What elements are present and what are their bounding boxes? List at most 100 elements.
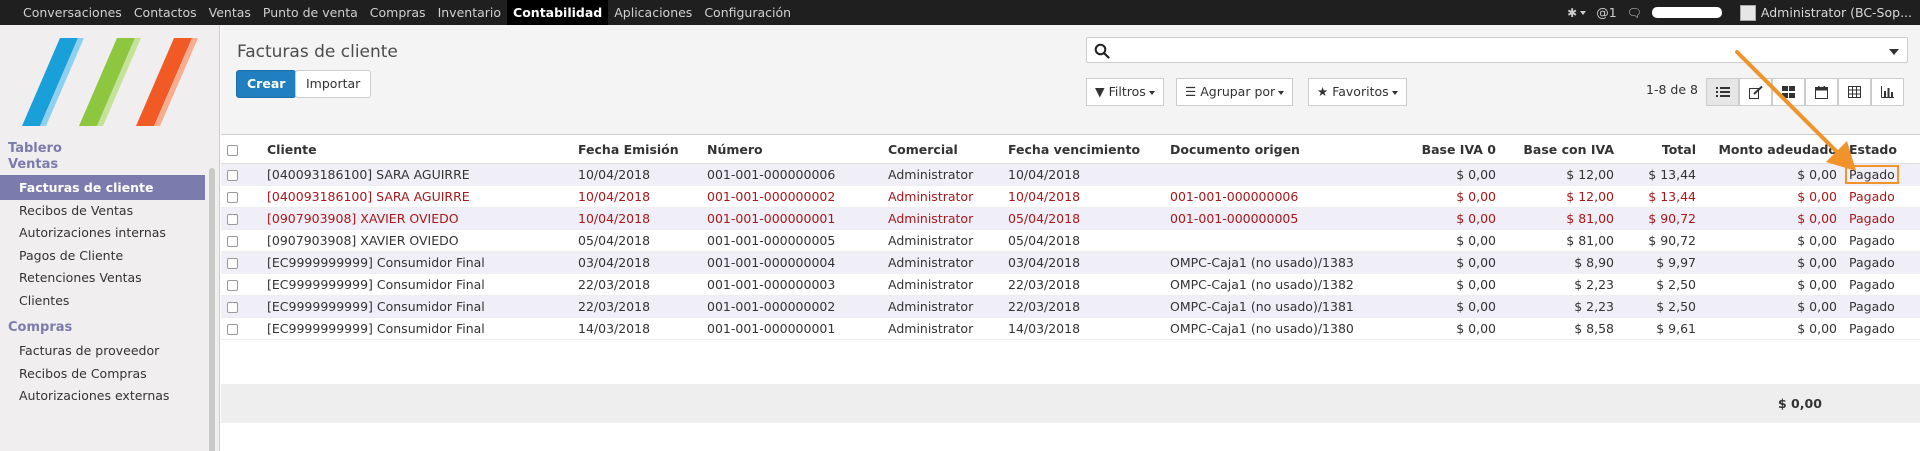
table-cell: $ 0,00 xyxy=(1702,229,1843,252)
table-cell: $ 9,97 xyxy=(1620,251,1702,274)
top-menu-item[interactable]: Punto de venta xyxy=(257,0,364,25)
column-header[interactable]: Estado xyxy=(1843,136,1920,164)
search-input[interactable] xyxy=(1117,41,1857,59)
row-checkbox[interactable] xyxy=(221,207,261,230)
column-header[interactable]: Fecha vencimiento xyxy=(1002,136,1164,164)
table-cell: Administrator xyxy=(882,251,1002,274)
column-header[interactable]: Cliente xyxy=(261,136,572,164)
table-row[interactable]: [0907903908] XAVIER OVIEDO 05/04/2018 001-… xyxy=(221,229,1920,252)
table-cell: $ 0,00 xyxy=(1702,295,1843,318)
table-cell: 05/04/2018 xyxy=(572,229,701,252)
row-checkbox[interactable] xyxy=(221,185,261,208)
create-button[interactable]: Crear xyxy=(236,70,297,98)
kanban-view-button[interactable] xyxy=(1772,78,1805,106)
table-row[interactable]: [EC9999999999] Consumidor Final 22/03/201… xyxy=(221,295,1920,318)
table-cell: $ 0,00 xyxy=(1702,163,1843,186)
form-view-button[interactable] xyxy=(1739,78,1772,106)
group-by-button[interactable]: ☰ Agrupar por xyxy=(1176,78,1294,106)
table-cell: $ 0,00 xyxy=(1702,185,1843,208)
import-button[interactable]: Importar xyxy=(295,70,372,98)
table-row[interactable]: [040093186100] SARA AGUIRRE 10/04/2018 001… xyxy=(221,163,1920,186)
table-row[interactable]: [0907903908] XAVIER OVIEDO 10/04/2018 001-… xyxy=(221,207,1920,230)
table-cell: 10/04/2018 xyxy=(572,185,701,208)
column-header[interactable]: Base IVA 0 xyxy=(1404,136,1502,164)
table-row[interactable]: [EC9999999999] Consumidor Final 14/03/201… xyxy=(221,317,1920,340)
top-menu-item[interactable]: Inventario xyxy=(432,0,507,25)
table-cell: 22/03/2018 xyxy=(572,273,701,296)
table-cell: Pagado xyxy=(1843,273,1920,296)
table-cell xyxy=(1164,163,1404,186)
table-row[interactable]: [040093186100] SARA AGUIRRE 10/04/2018 001… xyxy=(221,185,1920,208)
table-cell: [EC9999999999] Consumidor Final xyxy=(261,251,572,274)
sidebar-item[interactable]: Facturas de cliente xyxy=(0,175,205,200)
filters-button[interactable]: ▼ Filtros xyxy=(1086,78,1164,106)
row-checkbox[interactable] xyxy=(221,317,261,340)
sidebar-section-title[interactable]: Ventas xyxy=(8,157,58,172)
table-row[interactable]: [EC9999999999] Consumidor Final 03/04/201… xyxy=(221,251,1920,274)
column-header[interactable]: Número xyxy=(701,136,882,164)
table-cell: 03/04/2018 xyxy=(572,251,701,274)
row-checkbox[interactable] xyxy=(221,251,261,274)
top-menu-item[interactable]: Conversaciones xyxy=(17,0,128,25)
bug-icon[interactable]: ✱ xyxy=(1567,6,1587,20)
user-menu[interactable]: Administrator (BC-Sop... xyxy=(1761,5,1912,20)
table-cell: 10/04/2018 xyxy=(572,207,701,230)
column-header[interactable]: Fecha Emisión xyxy=(572,136,701,164)
top-menu-item[interactable]: Aplicaciones xyxy=(608,0,698,25)
list-view-button[interactable] xyxy=(1706,78,1739,106)
table-cell: $ 0,00 xyxy=(1702,207,1843,230)
top-menu-item[interactable]: Contabilidad xyxy=(507,0,609,25)
star-icon: ★ xyxy=(1317,84,1329,99)
top-menu-item[interactable]: Configuración xyxy=(698,0,797,25)
table-cell: $ 8,58 xyxy=(1502,317,1620,340)
search-options-chevron-down-icon[interactable] xyxy=(1889,49,1899,55)
table-cell: OMPC-Caja1 (no usado)/1381 xyxy=(1164,295,1404,318)
sidebar-item[interactable]: Autorizaciones externas xyxy=(0,383,205,408)
sidebar-scrollbar[interactable] xyxy=(209,168,215,451)
table-cell: $ 2,23 xyxy=(1502,295,1620,318)
calendar-view-button[interactable] xyxy=(1805,78,1838,106)
table-cell: Administrator xyxy=(882,273,1002,296)
table-cell: $ 12,00 xyxy=(1502,163,1620,186)
top-menu-item[interactable]: Compras xyxy=(364,0,432,25)
footer-total-amount-due: $ 0,00 xyxy=(1778,396,1822,411)
column-header[interactable]: Comercial xyxy=(882,136,1002,164)
column-header[interactable]: Base con IVA xyxy=(1502,136,1620,164)
sidebar-item[interactable]: Clientes xyxy=(0,288,205,313)
sidebar-item[interactable]: Pagos de Cliente xyxy=(0,243,205,268)
row-checkbox[interactable] xyxy=(221,163,261,186)
favorites-button[interactable]: ★ Favoritos xyxy=(1308,78,1407,106)
table-cell: $ 0,00 xyxy=(1404,295,1502,318)
table-cell: $ 2,50 xyxy=(1620,273,1702,296)
avatar[interactable] xyxy=(1739,4,1756,21)
search-icon xyxy=(1094,43,1110,59)
column-header[interactable]: Monto adeudado xyxy=(1702,136,1843,164)
column-header[interactable]: Documento origen xyxy=(1164,136,1404,164)
top-menu-item[interactable]: Contactos xyxy=(128,0,203,25)
graph-view-button[interactable] xyxy=(1871,78,1904,106)
top-menu-item[interactable]: Ventas xyxy=(203,0,257,25)
sidebar-item[interactable]: Recibos de Compras xyxy=(0,361,205,386)
mentions-counter[interactable]: @1 xyxy=(1596,5,1616,20)
table-cell: $ 9,61 xyxy=(1620,317,1702,340)
chat-icon[interactable]: 🗨 xyxy=(1627,6,1642,20)
sidebar-item[interactable]: Recibos de Ventas xyxy=(0,198,205,223)
select-all-checkbox[interactable] xyxy=(221,136,261,164)
row-checkbox[interactable] xyxy=(221,273,261,296)
sidebar-item[interactable]: Autorizaciones internas xyxy=(0,220,205,245)
table-cell: $ 0,00 xyxy=(1702,273,1843,296)
table-row[interactable]: [EC9999999999] Consumidor Final 22/03/201… xyxy=(221,273,1920,296)
row-checkbox[interactable] xyxy=(221,229,261,252)
pager-value[interactable]: 1-8 de 8 xyxy=(1646,82,1698,97)
sidebar-item[interactable]: Facturas de proveedor xyxy=(0,338,205,363)
row-checkbox[interactable] xyxy=(221,295,261,318)
table-cell: $ 0,00 xyxy=(1404,273,1502,296)
table-cell: Administrator xyxy=(882,185,1002,208)
sidebar-section-title[interactable]: Tablero xyxy=(8,141,62,156)
column-header[interactable]: Total xyxy=(1620,136,1702,164)
table-cell: [EC9999999999] Consumidor Final xyxy=(261,295,572,318)
table-cell: [040093186100] SARA AGUIRRE xyxy=(261,163,572,186)
sidebar-section-title[interactable]: Compras xyxy=(8,320,72,335)
pivot-view-button[interactable] xyxy=(1838,78,1871,106)
sidebar-item[interactable]: Retenciones Ventas xyxy=(0,265,205,290)
